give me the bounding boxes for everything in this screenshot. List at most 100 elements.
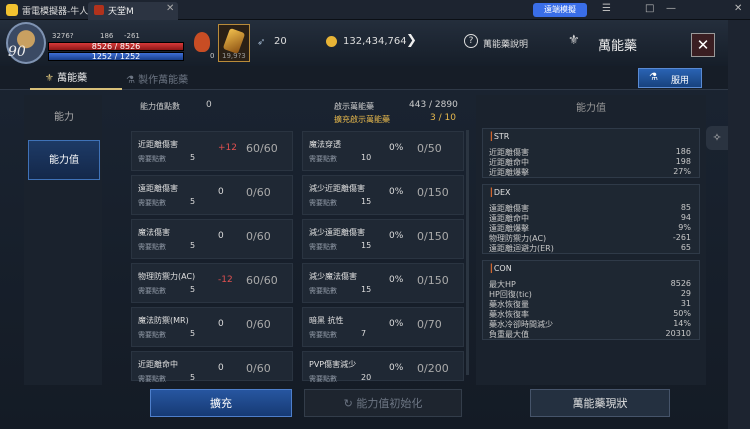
tab-elixir[interactable]: ⚜ 萬能藥: [45, 69, 107, 89]
required-points: 15: [361, 285, 372, 294]
stat-section: ┃CON 最大HP 8526 HP回復(tic) 29 藥水恢復量 31 藥水恢復率 50% 藥水…: [482, 260, 700, 340]
stat-cell[interactable]: 暗黑 抗性 需要點數 7 0% 0/70: [302, 307, 464, 347]
stat-progress: 60/60: [246, 274, 278, 287]
stat-value: 186: [100, 32, 114, 40]
stat-bonus: 0: [218, 231, 224, 241]
stat-bonus: 0%: [389, 143, 404, 153]
side-expand-icon[interactable]: ✧: [706, 126, 728, 150]
craft-tab-icon: ⚗: [126, 75, 139, 86]
stat-section: ┃DEX 遠距離傷害 85 遠距離命中 94 遠距離爆擊 9% 物理防禦力(AC) -261 遠距…: [482, 184, 700, 254]
minimize-icon[interactable]: —: [666, 3, 676, 14]
help-icon[interactable]: ?: [464, 34, 478, 48]
required-points-label: 需要點數: [138, 155, 166, 163]
stat-progress: 0/60: [246, 318, 271, 331]
stat-cell[interactable]: 物理防禦力(AC) 需要點數 5 -12 60/60: [131, 263, 293, 303]
required-points: 5: [190, 373, 196, 382]
stat-row-value: 29: [680, 289, 691, 298]
stat-row-value: 94: [680, 213, 691, 222]
section-header: ┃DEX: [489, 188, 511, 197]
stat-cell[interactable]: 遠距離傷害 需要點數 5 0 0/60: [131, 175, 293, 215]
section-title: DEX: [493, 188, 511, 197]
required-points-label: 需要點數: [138, 287, 166, 295]
required-points: 7: [361, 329, 367, 338]
stat-value: -261: [124, 32, 140, 40]
active-tab-indicator: [30, 88, 122, 90]
emulator-tab-label[interactable]: 天堂M: [108, 4, 134, 17]
section-title: CON: [493, 264, 512, 273]
required-points-label: 需要點數: [309, 155, 337, 163]
stat-bonus: 0%: [389, 319, 404, 329]
stat-value: 3276?: [52, 32, 74, 40]
stat-cell[interactable]: 減少魔法傷害 需要點數 15 0% 0/150: [302, 263, 464, 303]
stat-name: 減少近距離傷害: [309, 184, 365, 193]
section-header: ┃CON: [489, 264, 512, 273]
use-button[interactable]: ⚗ 服用: [638, 68, 702, 88]
menu-icon[interactable]: ☰: [602, 3, 611, 14]
stat-row-value: 50%: [673, 309, 691, 318]
stat-name: 近距離命中: [138, 360, 178, 369]
stat-cell[interactable]: PVP傷害減少 需要點數 20 0% 0/200: [302, 351, 464, 383]
required-points-label: 需要點數: [138, 375, 166, 383]
stat-bonus: -12: [218, 275, 233, 285]
potion-icon[interactable]: [194, 32, 210, 52]
reset-stats-button[interactable]: ↻ 能力值初始化: [304, 389, 462, 417]
stat-bonus: 0%: [389, 363, 404, 373]
required-points-label: 需要點數: [138, 199, 166, 207]
stat-cell[interactable]: 近距離命中 需要點數 5 0 0/60: [131, 351, 293, 383]
stat-name: 減少遠距離傷害: [309, 228, 365, 237]
tab-craft-elixir[interactable]: ⚗ 製作萬能藥: [126, 71, 188, 86]
stat-section: ┃STR 近距離傷害 186 近距離命中 198 近距離爆擊 27%: [482, 128, 700, 178]
required-points-label: 需要點數: [309, 199, 337, 207]
use-button-label: 服用: [671, 76, 690, 86]
player-level: 90: [8, 44, 26, 60]
stat-cell[interactable]: 魔法穿透 需要點數 10 0% 0/50: [302, 131, 464, 171]
stat-cell[interactable]: 魔法防禦(MR) 需要點數 5 0 0/60: [131, 307, 293, 347]
stat-progress: 0/200: [417, 362, 449, 375]
menu-item-stats[interactable]: 能力值: [28, 140, 100, 180]
stat-cell[interactable]: 近距離傷害 需要點數 5 +12 60/60: [131, 131, 293, 171]
stat-cell[interactable]: 減少遠距離傷害 需要點數 15 0% 0/150: [302, 219, 464, 259]
remote-mode-button[interactable]: 遠端模擬: [533, 3, 587, 17]
required-points: 5: [190, 197, 196, 206]
help-link[interactable]: 萬能藥說明: [483, 37, 528, 50]
tab-close-icon[interactable]: ✕: [166, 3, 174, 14]
stat-cell[interactable]: 減少近距離傷害 需要點數 15 0% 0/150: [302, 175, 464, 215]
restore-icon[interactable]: □: [645, 3, 654, 14]
reset-label: 能力值初始化: [356, 397, 423, 410]
stat-row-value: 186: [675, 147, 691, 156]
stat-row-value: 8526: [670, 279, 691, 288]
required-points: 5: [190, 241, 196, 250]
stat-name: 物理防禦力(AC): [138, 272, 196, 281]
mp-text: 1252 / 1252: [91, 52, 141, 61]
section-title: STR: [493, 132, 510, 141]
stats-panel-title: 能力值: [576, 103, 606, 114]
gold-coin-icon: [326, 36, 337, 47]
stat-progress: 60/60: [246, 142, 278, 155]
chevron-right-icon[interactable]: ❯: [406, 33, 417, 48]
page-title: 萬能藥: [598, 39, 638, 54]
stat-name: 魔法防禦(MR): [138, 316, 189, 325]
emulator-side-toolbar: [728, 20, 750, 429]
stat-cell[interactable]: 魔法傷害 需要點數 5 0 0/60: [131, 219, 293, 259]
potion-count: 0: [210, 52, 215, 60]
scrollbar[interactable]: [466, 130, 469, 375]
required-points: 5: [190, 329, 196, 338]
category-menu: [24, 95, 102, 385]
elixir-emblem-icon: ⚜: [568, 33, 580, 48]
elixir-status-button[interactable]: 萬能藥現狀: [530, 389, 670, 417]
stat-progress: 0/60: [246, 230, 271, 243]
stat-name: 魔法穿透: [309, 140, 341, 149]
expand-value: 3 / 10: [430, 113, 456, 123]
close-button[interactable]: ✕: [691, 33, 715, 57]
stat-row-label: 近距離爆擊: [489, 168, 529, 177]
flask-icon: ⚗: [649, 72, 658, 83]
tab-label: 製作萬能藥: [138, 75, 189, 86]
stat-row-value: 65: [680, 243, 691, 252]
menu-item-ability[interactable]: 能力: [28, 98, 100, 138]
total-value: 443 / 2890: [409, 100, 458, 110]
required-points: 15: [361, 241, 372, 250]
stat-name: 近距離傷害: [138, 140, 178, 149]
window-close-icon[interactable]: ✕: [734, 3, 742, 14]
required-points: 15: [361, 197, 372, 206]
expand-button[interactable]: 擴充: [150, 389, 292, 417]
